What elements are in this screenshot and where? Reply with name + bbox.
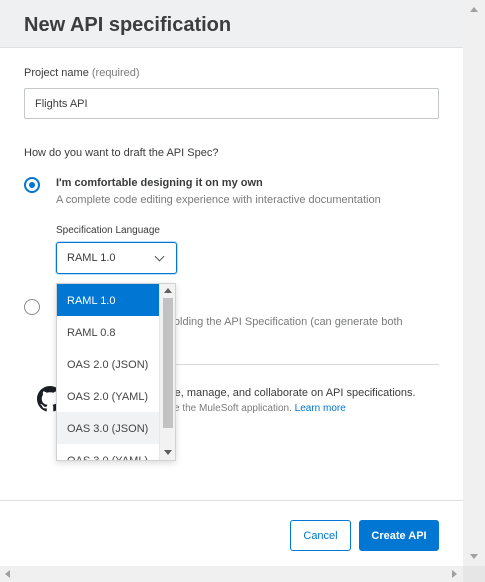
radio-guided[interactable]: [24, 299, 40, 315]
dialog-header: New API specification: [0, 0, 463, 48]
exchange-note-line1: re, manage, and collaborate on API speci…: [171, 387, 416, 399]
option-raml-0-8[interactable]: RAML 0.8: [57, 316, 160, 348]
spec-language-dropdown: RAML 1.0 RAML 0.8 OAS 2.0 (JSON) OAS 2.0…: [56, 283, 176, 461]
spec-language-label: Specification Language: [56, 225, 160, 236]
scrollbar-corner: [463, 566, 485, 582]
radio-design-own[interactable]: [24, 177, 40, 193]
dialog-title: New API specification: [24, 14, 232, 36]
dropdown-scroll-thumb[interactable]: [163, 298, 173, 428]
create-api-button[interactable]: Create API: [359, 520, 439, 551]
scroll-up-icon[interactable]: [470, 7, 478, 12]
option-design-own-title: I'm comfortable designing it on my own: [56, 177, 263, 189]
scroll-right-icon[interactable]: [452, 570, 457, 578]
scroll-down-arrow-icon[interactable]: [164, 450, 172, 455]
scroll-up-arrow-icon[interactable]: [164, 288, 172, 293]
dropdown-scrollbar[interactable]: [159, 284, 175, 460]
exchange-note-line2-text: e the MuleSoft application.: [174, 403, 292, 414]
draft-question: How do you want to draft the API Spec?: [24, 147, 219, 159]
option-raml-1-0[interactable]: RAML 1.0: [57, 284, 160, 316]
required-hint: (required): [91, 67, 140, 79]
dialog-footer-divider: [0, 500, 463, 501]
spec-language-selected: RAML 1.0: [67, 252, 116, 264]
option-oas-3-yaml[interactable]: OAS 3.0 (YAML): [57, 444, 160, 460]
page-horizontal-scrollbar[interactable]: [0, 566, 463, 582]
page-vertical-scroll-thumb[interactable]: [463, 0, 485, 566]
exchange-note-line2: e the MuleSoft application. Learn more: [174, 403, 346, 414]
spec-language-select[interactable]: RAML 1.0: [56, 242, 177, 274]
scroll-down-icon[interactable]: [470, 554, 478, 559]
option-oas-3-json[interactable]: OAS 3.0 (JSON): [57, 412, 160, 444]
new-api-dialog: New API specification Project name (requ…: [0, 0, 463, 566]
option-guided-description: ffolding the API Specification (can gene…: [168, 316, 403, 328]
page-vertical-scrollbar[interactable]: [463, 0, 485, 566]
project-name-label: Project name (required): [24, 67, 140, 79]
chevron-down-icon: [154, 251, 165, 262]
option-oas-2-yaml[interactable]: OAS 2.0 (YAML): [57, 380, 160, 412]
project-name-input[interactable]: [24, 88, 439, 119]
cancel-button[interactable]: Cancel: [290, 520, 351, 551]
scroll-left-icon[interactable]: [5, 570, 10, 578]
learn-more-link[interactable]: Learn more: [295, 403, 346, 414]
option-oas-2-json[interactable]: OAS 2.0 (JSON): [57, 348, 160, 380]
option-design-own-description: A complete code editing experience with …: [56, 194, 381, 206]
project-name-label-text: Project name: [24, 67, 89, 79]
